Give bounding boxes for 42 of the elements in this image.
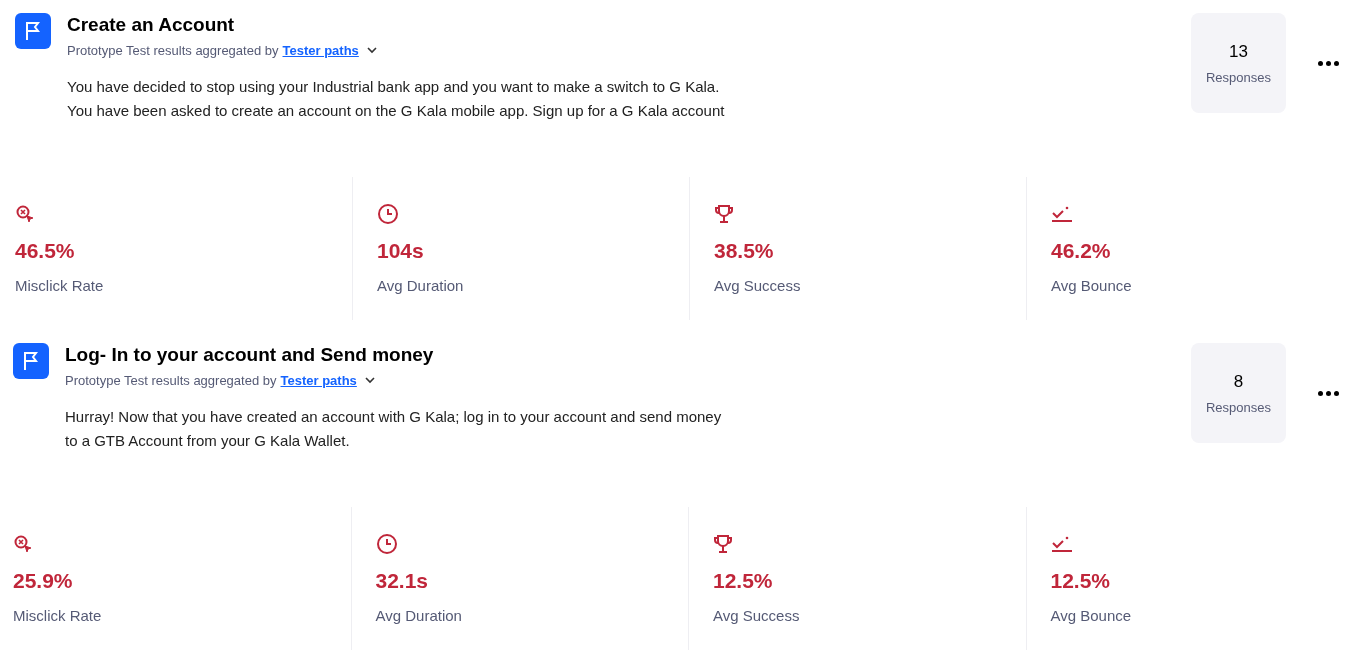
responses-label: Responses — [1205, 69, 1271, 87]
trophy-icon — [714, 204, 734, 224]
stat-value: 12.5% — [713, 569, 774, 593]
flag-icon — [15, 13, 51, 49]
stat-value: 104s — [377, 239, 425, 263]
clock-icon — [377, 203, 399, 225]
responses-count: 13 — [1229, 40, 1248, 63]
stat-label: Avg Duration — [377, 276, 465, 296]
stat-label: Avg Bounce — [1050, 606, 1133, 626]
trophy-icon — [713, 534, 733, 554]
task-title: Log- In to your account and Send money — [65, 343, 435, 367]
stat-value: 38.5% — [714, 239, 775, 263]
stat-value: 46.5% — [15, 239, 76, 263]
misclick-icon — [13, 534, 33, 554]
subtitle: Prototype Test results aggregated by — [67, 42, 279, 60]
task-description: You have been asked to create an account on the G Kala mobile app. Sign up for a G Kala account — [67, 100, 726, 121]
task-description: Hurray! Now that you have created an account with G Kala; log in to your account and send money — [65, 406, 723, 427]
stat-label: Avg Bounce — [1051, 276, 1133, 296]
stat-label: Misclick Rate — [13, 606, 103, 626]
task-title: Create an Account — [67, 13, 236, 37]
stat-label: Avg Duration — [375, 606, 463, 626]
stat-value: 25.9% — [13, 569, 74, 593]
stat-label: Misclick Rate — [15, 276, 105, 296]
responses-count: 8 — [1233, 370, 1244, 393]
stat-value: 46.2% — [1051, 239, 1112, 263]
stat-label: Avg Success — [714, 276, 802, 296]
chevron-down-icon[interactable] — [364, 377, 375, 385]
chevron-down-icon[interactable] — [366, 47, 377, 55]
task-description: You have decided to stop using your Industrial bank app and you want to make a switch to G Kala. — [67, 76, 721, 97]
misclick-icon — [15, 204, 35, 224]
responses-label: Responses — [1205, 399, 1271, 417]
tester-paths-link[interactable]: Tester paths — [280, 371, 357, 391]
subtitle: Prototype Test results aggregated by — [65, 372, 277, 390]
stat-label: Avg Success — [713, 606, 801, 626]
bounce-icon — [1050, 534, 1073, 554]
stat-value: 12.5% — [1050, 569, 1112, 593]
task-description: to a GTB Account from your G Kala Wallet. — [65, 430, 351, 451]
bounce-icon — [1051, 204, 1073, 224]
clock-icon — [375, 533, 398, 555]
tester-paths-link[interactable]: Tester paths — [282, 41, 359, 61]
flag-icon — [13, 343, 49, 379]
stat-value: 32.1s — [375, 569, 430, 593]
